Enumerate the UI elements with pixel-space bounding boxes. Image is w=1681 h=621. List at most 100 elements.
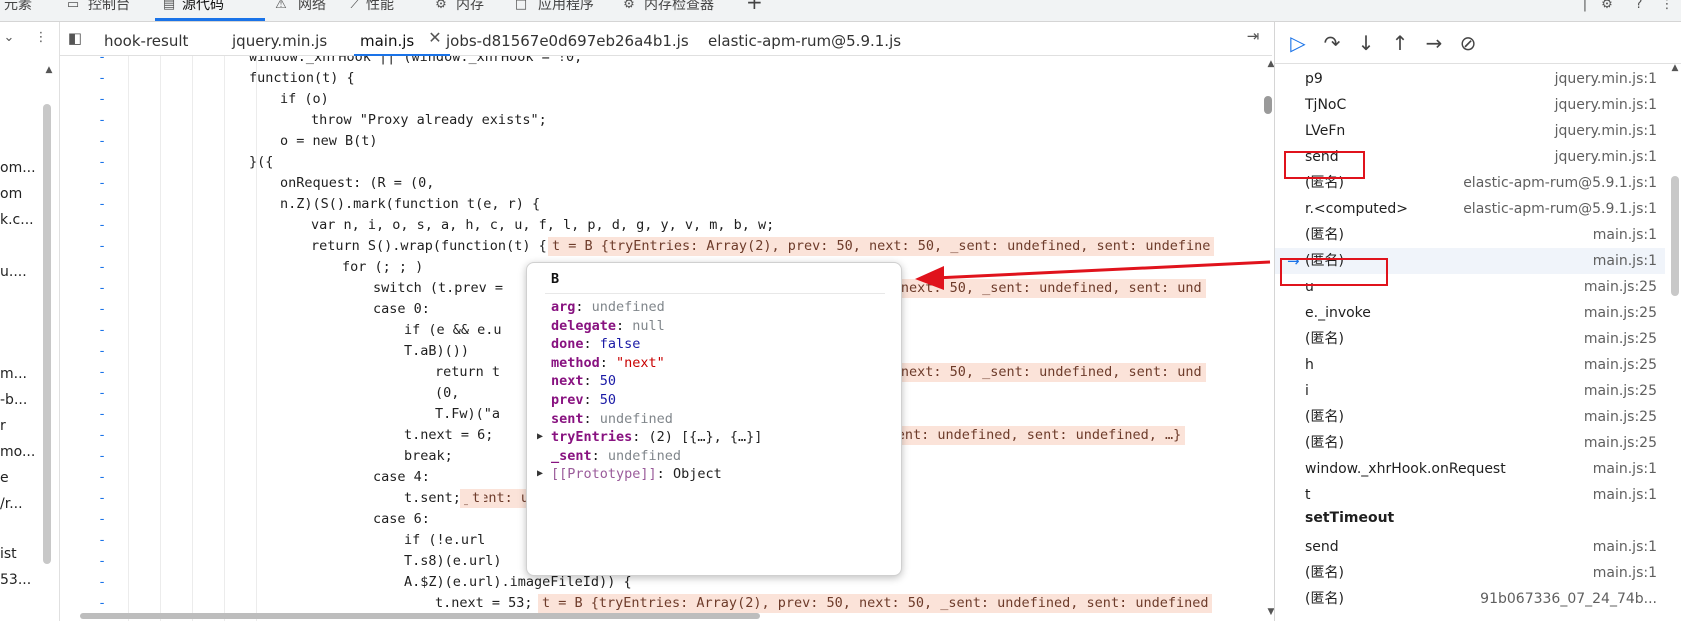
call-frame[interactable]: h main.js:25 [1275, 352, 1665, 378]
frame-location[interactable]: main.js:25 [1584, 430, 1657, 456]
close-icon[interactable]: ✕ [426, 30, 444, 46]
navigator-item[interactable]: /r... [0, 496, 23, 512]
frame-location[interactable]: jquery.min.js:1 [1555, 144, 1657, 170]
line-marker[interactable]: - [98, 341, 106, 362]
code-line[interactable]: - if (o) [60, 89, 1260, 110]
line-marker[interactable]: - [98, 509, 106, 530]
frame-location[interactable]: jquery.min.js:1 [1555, 118, 1657, 144]
file-tab-hook-result[interactable]: hook-result [104, 32, 188, 50]
scrollbar-thumb[interactable] [1264, 96, 1272, 114]
popover-property[interactable]: sent: undefined [551, 409, 673, 429]
call-frame[interactable]: (匿名) 91b067336_07_24_74b... [1275, 586, 1665, 612]
scrollbar-thumb[interactable] [1671, 176, 1679, 296]
navigator-item[interactable]: om... [0, 160, 36, 176]
code-line[interactable]: - window._xhrHook || (window._xhrHook = !… [60, 56, 1260, 68]
call-frame[interactable]: (匿名) main.js:25 [1275, 430, 1665, 456]
line-marker[interactable]: - [98, 551, 106, 572]
code-line[interactable]: - throw "Proxy already exists"; [60, 110, 1260, 131]
inline-value[interactable]: t [468, 489, 485, 508]
line-marker[interactable]: - [98, 194, 106, 215]
line-marker[interactable]: - [98, 257, 106, 278]
call-frame[interactable]: (匿名) main.js:25 [1275, 326, 1665, 352]
tab-elements[interactable]: 元素 [4, 0, 32, 16]
line-marker[interactable]: - [98, 131, 106, 152]
tab-console[interactable]: 控制台 [88, 0, 130, 16]
expand-triangle-icon[interactable]: ▶ [537, 468, 543, 479]
navigator-item[interactable]: k.c... [0, 212, 34, 228]
popover-property[interactable]: [[Prototype]]: Object [551, 464, 722, 484]
call-frame[interactable]: (匿名) main.js:1 [1275, 222, 1665, 248]
navigator-item[interactable]: e [0, 470, 9, 486]
frame-location[interactable]: main.js:1 [1593, 248, 1657, 274]
navigator-item[interactable]: m... [0, 366, 27, 382]
code-line[interactable]: - o = new B(t) [60, 131, 1260, 152]
code-line[interactable]: - onRequest: (R = (0, [60, 173, 1260, 194]
deactivate-breakpoints-icon[interactable]: ⊘ [1455, 30, 1481, 56]
call-frame[interactable]: r.<computed> elastic-apm-rum@5.9.1.js:1 [1275, 196, 1665, 222]
line-marker[interactable]: - [98, 173, 106, 194]
frame-location[interactable]: jquery.min.js:1 [1555, 92, 1657, 118]
more-icon[interactable]: ⋮ [32, 30, 50, 46]
popover-property[interactable]: method: "next" [551, 353, 665, 373]
line-marker[interactable]: - [98, 362, 106, 383]
object-preview-popover[interactable]: B arg: undefined delegate: null done: fals… [526, 262, 902, 576]
editor-horizontal-scrollbar[interactable] [80, 611, 1260, 621]
tab-network[interactable]: 网络 [298, 0, 326, 16]
frame-location[interactable]: main.js:1 [1593, 560, 1657, 586]
resume-icon[interactable]: ▷ [1285, 30, 1311, 56]
code-line[interactable]: - function(t) { [60, 68, 1260, 89]
more-icon[interactable]: ⋮ [1658, 0, 1676, 13]
file-tab-jobs[interactable]: jobs-d81567e0d697eb26a4b1.js [446, 32, 689, 50]
call-frame[interactable]: LVeFn jquery.min.js:1 [1275, 118, 1665, 144]
call-frame[interactable]: TjNoC jquery.min.js:1 [1275, 92, 1665, 118]
popover-property[interactable]: delegate: null [551, 316, 665, 336]
call-frame[interactable]: (匿名) main.js:25 [1275, 404, 1665, 430]
step-over-icon[interactable]: ↷ [1319, 30, 1345, 56]
gear-icon[interactable]: ⚙ [1598, 0, 1616, 13]
tab-memory-inspector[interactable]: 内存检查器 [644, 0, 714, 16]
call-frame[interactable]: window._xhrHook.onRequest main.js:1 [1275, 456, 1665, 482]
frame-location[interactable]: elastic-apm-rum@5.9.1.js:1 [1463, 170, 1657, 196]
frame-location[interactable]: jquery.min.js:1 [1555, 66, 1657, 92]
call-frame[interactable]: i main.js:25 [1275, 378, 1665, 404]
call-frame[interactable]: send main.js:1 [1275, 534, 1665, 560]
line-marker[interactable]: - [98, 89, 106, 110]
navigator-item[interactable]: mo... [0, 444, 35, 460]
frame-location[interactable]: main.js:25 [1584, 274, 1657, 300]
navigator-item[interactable]: om [0, 186, 22, 202]
add-tab-button[interactable]: + [746, 0, 763, 13]
toggle-debugger-icon[interactable]: ⇥ [1244, 28, 1262, 44]
help-icon[interactable]: ? [1630, 0, 1648, 13]
editor-vertical-scrollbar[interactable]: ▲ ▼ [1262, 56, 1274, 621]
navigator-scrollbar[interactable] [43, 104, 51, 564]
call-frame[interactable]: p9 jquery.min.js:1 [1275, 66, 1665, 92]
step-into-icon[interactable]: ↓ [1353, 30, 1379, 56]
frame-location[interactable]: main.js:1 [1593, 222, 1657, 248]
tab-application[interactable]: 应用程序 [538, 0, 594, 16]
line-marker[interactable]: - [98, 404, 106, 425]
code-line[interactable]: - n.Z)(S().mark(function t(e, r) { [60, 194, 1260, 215]
line-marker[interactable]: - [98, 56, 106, 68]
tab-memory[interactable]: 内存 [456, 0, 484, 16]
file-tab-jquery[interactable]: jquery.min.js [232, 32, 327, 50]
line-marker[interactable]: - [98, 530, 106, 551]
line-marker[interactable]: - [98, 467, 106, 488]
line-marker[interactable]: - [98, 152, 106, 173]
toggle-navigator-icon[interactable]: ◧ [66, 30, 84, 46]
popover-property[interactable]: next: 50 [551, 371, 616, 391]
line-marker[interactable]: - [98, 215, 106, 236]
scroll-up-icon[interactable]: ▲ [40, 62, 58, 78]
line-marker[interactable]: - [98, 446, 106, 467]
file-tab-elastic-apm[interactable]: elastic-apm-rum@5.9.1.js [708, 32, 901, 50]
frame-location[interactable]: main.js:1 [1593, 456, 1657, 482]
code-line[interactable]: - return S().wrap(function(t) {t = B {try… [60, 236, 1260, 257]
frame-location[interactable]: elastic-apm-rum@5.9.1.js:1 [1463, 196, 1657, 222]
line-marker[interactable]: - [98, 572, 106, 593]
navigator-item[interactable]: -b... [0, 392, 27, 408]
line-marker[interactable]: - [98, 68, 106, 89]
frame-location[interactable]: main.js:1 [1593, 534, 1657, 560]
popover-property[interactable]: prev: 50 [551, 390, 616, 410]
line-marker[interactable]: - [98, 320, 106, 341]
frame-location[interactable]: main.js:25 [1584, 404, 1657, 430]
navigator-item[interactable]: u.... [0, 264, 27, 280]
